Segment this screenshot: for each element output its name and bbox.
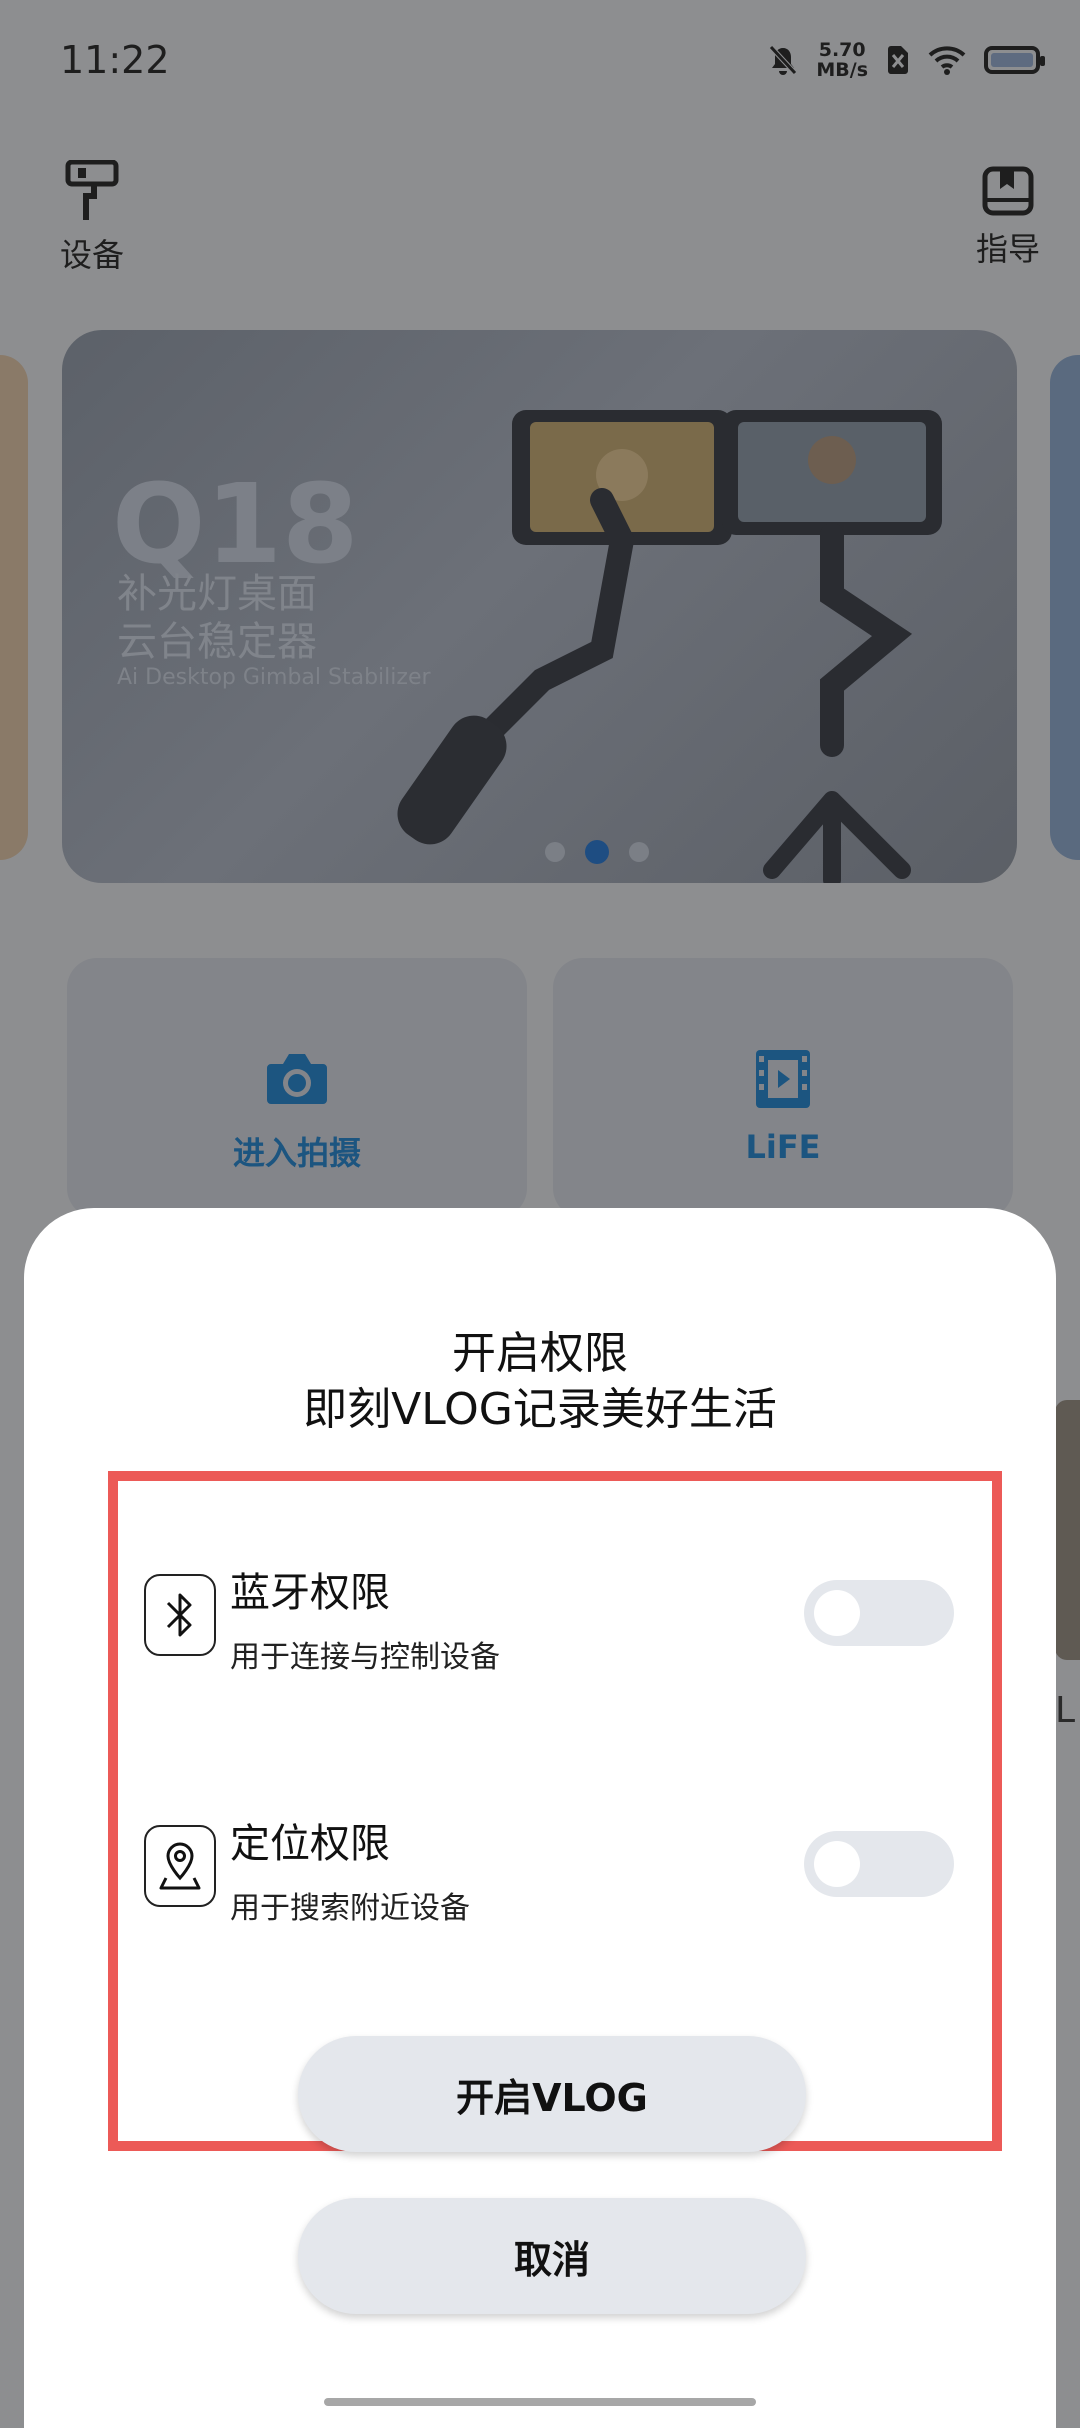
carousel-dot[interactable] — [545, 842, 565, 862]
product-banner[interactable]: Q18 补光灯桌面 云台稳定器 Ai Desktop Gimbal Stabil… — [62, 330, 1017, 883]
dialog-title: 开启权限 — [452, 1328, 628, 1379]
bluetooth-icon — [144, 1574, 216, 1656]
battery-icon — [984, 46, 1045, 74]
status-icons: 5.70 MB/s — [768, 40, 1045, 80]
side-card-peek[interactable] — [1055, 1400, 1080, 1660]
mute-icon — [769, 45, 798, 75]
location-permission-title: 定位权限 — [230, 1821, 390, 1867]
side-card-peek-text: L — [1055, 1690, 1076, 1731]
location-permission-row: 定位权限 用于搜索附近设备 — [144, 1811, 984, 1941]
net-speed-value: 5.70 — [818, 39, 866, 61]
location-permission-toggle[interactable] — [804, 1831, 954, 1897]
banner-next-peek[interactable] — [1050, 355, 1080, 860]
camera-icon — [267, 1054, 327, 1104]
gimbal-device-icon — [65, 160, 119, 220]
net-speed: 5.70 MB/s — [816, 40, 868, 80]
life-label: LiFE — [745, 1128, 821, 1166]
cancel-button[interactable]: 取消 — [298, 2198, 806, 2314]
top-nav: 设备 指导 — [0, 160, 1080, 280]
bluetooth-permission-toggle[interactable] — [804, 1580, 954, 1646]
bluetooth-permission-title: 蓝牙权限 — [230, 1570, 390, 1616]
location-icon — [144, 1825, 216, 1907]
location-permission-desc: 用于搜索附近设备 — [230, 1891, 470, 1926]
nav-devices[interactable]: 设备 — [60, 160, 124, 276]
status-bar: 11:22 5.70 MB/s — [0, 0, 1080, 120]
nav-guide[interactable]: 指导 — [976, 166, 1040, 270]
bluetooth-permission-desc: 用于连接与控制设备 — [230, 1640, 500, 1675]
video-film-icon — [756, 1050, 810, 1108]
home-indicator[interactable] — [324, 2398, 756, 2406]
sim-off-icon — [888, 46, 908, 74]
status-time: 11:22 — [60, 38, 170, 82]
permission-dialog: 开启权限 即刻VLOG记录美好生活 蓝牙权限 用于连接与控制设备 定位权限 用于… — [24, 1208, 1056, 2428]
book-icon — [982, 166, 1034, 216]
nav-guide-label: 指导 — [975, 230, 1040, 268]
enter-shoot-label: 进入拍摄 — [232, 1134, 361, 1172]
enable-vlog-button[interactable]: 开启VLOG — [298, 2036, 806, 2152]
wifi-icon — [928, 46, 966, 75]
bluetooth-permission-row: 蓝牙权限 用于连接与控制设备 — [144, 1560, 984, 1690]
nav-devices-label: 设备 — [60, 236, 125, 274]
carousel-dot[interactable] — [629, 842, 649, 862]
life-tile[interactable]: LiFE — [553, 958, 1013, 1218]
gimbal-product-image — [397, 410, 942, 883]
carousel-dots — [545, 840, 649, 864]
net-speed-unit: MB/s — [816, 59, 868, 81]
enter-shoot-tile[interactable]: 进入拍摄 — [67, 958, 527, 1218]
dialog-subtitle: 即刻VLOG记录美好生活 — [303, 1384, 777, 1435]
carousel-dot-active[interactable] — [585, 840, 609, 864]
banner-prev-peek[interactable] — [0, 355, 28, 860]
